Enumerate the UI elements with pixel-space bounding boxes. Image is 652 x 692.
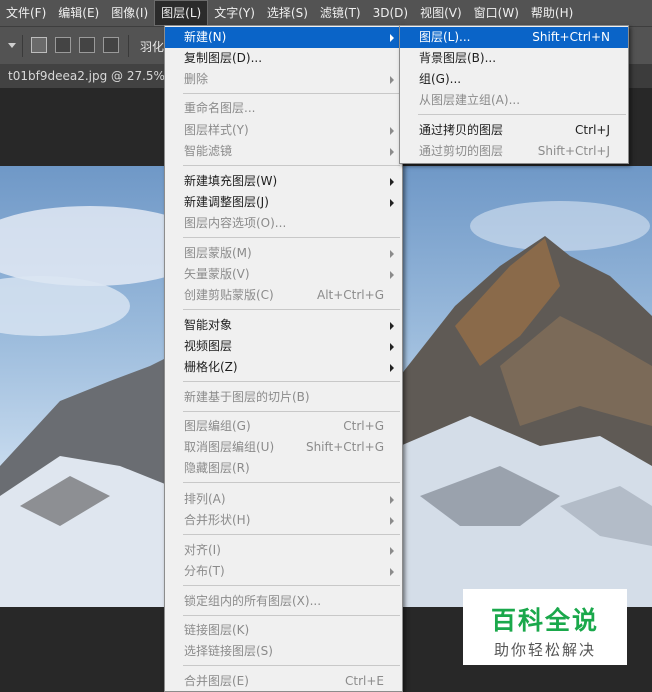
feather-label: 羽化 <box>140 40 165 54</box>
menu-item-ungroup-layers[interactable]: 取消图层编组(U) Shift+Ctrl+G <box>165 437 402 458</box>
submenu-arrow-icon <box>390 34 394 42</box>
submenu-item-background-layer[interactable]: 背景图层(B)... <box>400 48 628 69</box>
menu-divider <box>183 615 400 616</box>
menu-select[interactable]: 选择(S) <box>261 0 314 26</box>
menu-divider <box>183 237 400 238</box>
menu-item-new-fill-layer[interactable]: 新建填充图层(W) <box>165 171 402 192</box>
menu-divider <box>183 411 400 412</box>
menu-item-layer-style[interactable]: 图层样式(Y) <box>165 120 402 141</box>
menu-item-new[interactable]: 新建(N) <box>165 27 402 48</box>
menu-image[interactable]: 图像(I) <box>105 0 154 26</box>
submenu-item-layer-via-copy[interactable]: 通过拷贝的图层 Ctrl+J <box>400 120 628 141</box>
layer-menu: 新建(N) 复制图层(D)... 删除 重命名图层... 图层样式(Y) 智能滤… <box>164 25 403 692</box>
menu-divider <box>183 93 400 94</box>
watermark-title: 百科全说 <box>490 606 599 635</box>
menu-item-select-linked[interactable]: 选择链接图层(S) <box>165 641 402 662</box>
intersect-selection-icon[interactable] <box>103 37 119 53</box>
menu-item-new-adjustment-layer[interactable]: 新建调整图层(J) <box>165 192 402 213</box>
subtract-selection-icon[interactable] <box>79 37 95 53</box>
submenu-item-new-layer[interactable]: 图层(L)... Shift+Ctrl+N <box>400 27 628 48</box>
menu-file[interactable]: 文件(F) <box>0 0 52 26</box>
toolbar-divider <box>128 35 129 57</box>
submenu-arrow-icon <box>390 517 394 525</box>
submenu-arrow-icon <box>390 76 394 84</box>
menu-item-combine-shapes[interactable]: 合并形状(H) <box>165 510 402 531</box>
menu-item-group-layers[interactable]: 图层编组(G) Ctrl+G <box>165 416 402 437</box>
submenu-item-layer-via-cut[interactable]: 通过剪切的图层 Shift+Ctrl+J <box>400 141 628 162</box>
menu-item-rename[interactable]: 重命名图层... <box>165 98 402 119</box>
menu-edit[interactable]: 编辑(E) <box>52 0 105 26</box>
submenu-item-group-from-layers[interactable]: 从图层建立组(A)... <box>400 90 628 111</box>
menu-divider <box>183 585 400 586</box>
menu-item-rasterize[interactable]: 栅格化(Z) <box>165 357 402 378</box>
menu-item-smart-object[interactable]: 智能对象 <box>165 315 402 336</box>
menu-item-merge-layers[interactable]: 合并图层(E) Ctrl+E <box>165 671 402 692</box>
menu-item-content-options[interactable]: 图层内容选项(O)... <box>165 213 402 234</box>
menu-item-layer-mask[interactable]: 图层蒙版(M) <box>165 243 402 264</box>
menu-item-hide-layers[interactable]: 隐藏图层(R) <box>165 458 402 479</box>
menu-item-smart-filter[interactable]: 智能滤镜 <box>165 141 402 162</box>
menu-item-lock-layers[interactable]: 锁定组内的所有图层(X)... <box>165 591 402 612</box>
submenu-arrow-icon <box>390 568 394 576</box>
menu-window[interactable]: 窗口(W) <box>468 0 525 26</box>
menu-item-delete[interactable]: 删除 <box>165 69 402 90</box>
menu-layer[interactable]: 图层(L) <box>154 0 209 26</box>
new-selection-icon[interactable] <box>31 37 47 53</box>
menu-item-link-layers[interactable]: 链接图层(K) <box>165 620 402 641</box>
submenu-arrow-icon <box>390 127 394 135</box>
menu-divider <box>183 165 400 166</box>
menu-item-distribute[interactable]: 分布(T) <box>165 561 402 582</box>
menu-divider <box>183 309 400 310</box>
menu-help[interactable]: 帮助(H) <box>525 0 579 26</box>
submenu-arrow-icon <box>390 271 394 279</box>
menu-divider <box>183 482 400 483</box>
add-selection-icon[interactable] <box>55 37 71 53</box>
menu-item-duplicate[interactable]: 复制图层(D)... <box>165 48 402 69</box>
submenu-arrow-icon <box>390 547 394 555</box>
menu-item-layer-slice[interactable]: 新建基于图层的切片(B) <box>165 387 402 408</box>
menu-bar: 文件(F) 编辑(E) 图像(I) 图层(L) 文字(Y) 选择(S) 滤镜(T… <box>0 0 652 26</box>
submenu-arrow-icon <box>390 322 394 330</box>
submenu-arrow-icon <box>390 199 394 207</box>
new-submenu: 图层(L)... Shift+Ctrl+N 背景图层(B)... 组(G)... … <box>399 25 629 164</box>
menu-item-arrange[interactable]: 排列(A) <box>165 489 402 510</box>
menu-item-video-layers[interactable]: 视频图层 <box>165 336 402 357</box>
menu-filter[interactable]: 滤镜(T) <box>314 0 367 26</box>
menu-type[interactable]: 文字(Y) <box>208 0 261 26</box>
document-tab[interactable]: t01bf9deea2.jpg @ 27.5%(R <box>0 64 186 88</box>
watermark-logo: 百科全说 助你轻松解决 <box>463 589 627 665</box>
menu-divider <box>418 114 626 115</box>
menu-divider <box>183 381 400 382</box>
submenu-arrow-icon <box>390 250 394 258</box>
menu-view[interactable]: 视图(V) <box>414 0 468 26</box>
submenu-arrow-icon <box>390 364 394 372</box>
menu-3d[interactable]: 3D(D) <box>367 0 414 26</box>
menu-divider <box>183 665 400 666</box>
submenu-arrow-icon <box>390 496 394 504</box>
menu-item-align[interactable]: 对齐(I) <box>165 540 402 561</box>
menu-divider <box>183 534 400 535</box>
toolbar-divider <box>22 35 23 57</box>
menu-item-vector-mask[interactable]: 矢量蒙版(V) <box>165 264 402 285</box>
submenu-arrow-icon <box>390 178 394 186</box>
tool-dropdown-icon[interactable] <box>8 43 16 49</box>
submenu-arrow-icon <box>390 148 394 156</box>
watermark-subtitle: 助你轻松解决 <box>493 641 596 659</box>
submenu-item-group[interactable]: 组(G)... <box>400 69 628 90</box>
menu-item-clipping-mask[interactable]: 创建剪贴蒙版(C) Alt+Ctrl+G <box>165 285 402 306</box>
submenu-arrow-icon <box>390 343 394 351</box>
